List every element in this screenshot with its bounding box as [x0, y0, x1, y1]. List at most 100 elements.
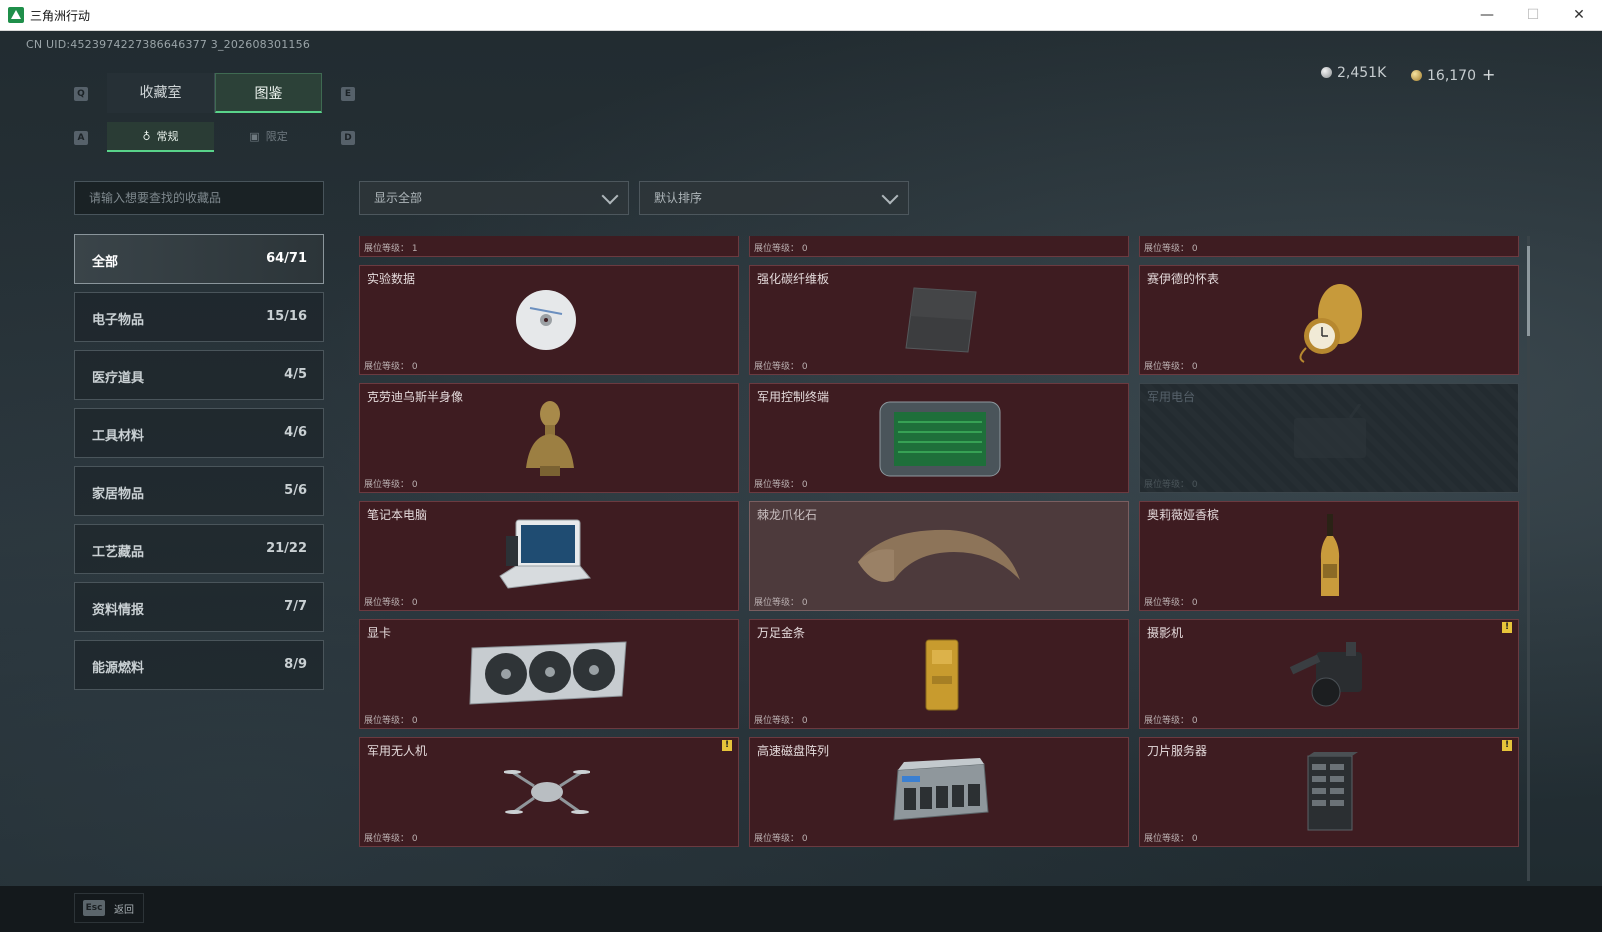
item-name: 万足金条: [757, 626, 806, 640]
collection-card[interactable]: 实验数据 展位等级： 0: [359, 265, 739, 375]
category-electronics[interactable]: 电子物品 15/16: [74, 292, 324, 342]
collection-card[interactable]: 万足金条 展位等级： 0: [749, 619, 1129, 729]
tab-limited[interactable]: ▣ 限定: [215, 122, 322, 152]
minimize-button[interactable]: —: [1464, 0, 1510, 30]
carbon-plate-icon: [905, 287, 977, 353]
booth-level: 展位等级： 0: [364, 480, 418, 490]
back-button[interactable]: Esc 返回: [74, 893, 144, 923]
category-intel[interactable]: 资料情报 7/7: [74, 582, 324, 632]
collection-card[interactable]: 奥莉薇娅香槟 展位等级： 0: [1139, 501, 1519, 611]
collection-card-partial[interactable]: 展位等级： 0: [1139, 236, 1519, 257]
esc-key-icon: Esc: [83, 900, 105, 916]
gold-currency: 16,170 +: [1411, 65, 1495, 84]
booth-level: 展位等级： 0: [364, 834, 418, 844]
collection-card-partial[interactable]: 展位等级： 0: [749, 236, 1129, 257]
drone-icon: [504, 770, 590, 814]
close-button[interactable]: ✕: [1556, 0, 1602, 30]
sort-dropdown[interactable]: 默认排序: [639, 181, 909, 215]
booth-level: 展位等级： 0: [1144, 244, 1198, 254]
collection-card-locked[interactable]: 军用电台 展位等级： 0: [1139, 383, 1519, 493]
booth-level: 展位等级： 0: [754, 362, 808, 372]
tab-regular-label: 常规: [156, 130, 179, 143]
filter-dropdown-value: 显示全部: [374, 191, 423, 205]
collection-card-partial[interactable]: 展位等级： 1: [359, 236, 739, 257]
silver-currency: 2,451K: [1321, 65, 1386, 81]
collection-card[interactable]: 刀片服务器 ! 展位等级： 0: [1139, 737, 1519, 847]
warning-icon: !: [1502, 622, 1512, 633]
collection-card[interactable]: 显卡 展位等级： 0: [359, 619, 739, 729]
item-name: 军用电台: [1147, 390, 1196, 404]
item-name: 军用控制终端: [757, 390, 830, 404]
collection-card[interactable]: 棘龙爪化石 展位等级： 0: [749, 501, 1129, 611]
collection-card[interactable]: 克劳迪乌斯半身像 展位等级： 0: [359, 383, 739, 493]
collection-card[interactable]: 摄影机 ! 展位等级： 0: [1139, 619, 1519, 729]
item-name: 高速磁盘阵列: [757, 744, 830, 758]
window-title: 三角洲行动: [30, 9, 91, 23]
collection-card[interactable]: 强化碳纤维板 展位等级： 0: [749, 265, 1129, 375]
booth-level: 展位等级： 0: [754, 598, 808, 608]
category-count: 4/5: [284, 367, 307, 382]
collection-card[interactable]: 高速磁盘阵列 展位等级： 0: [749, 737, 1129, 847]
maximize-button[interactable]: ☐: [1510, 0, 1556, 30]
category-fuel[interactable]: 能源燃料 8/9: [74, 640, 324, 690]
chevron-down-icon: [601, 187, 619, 205]
filter-dropdown[interactable]: 显示全部: [359, 181, 629, 215]
category-tools[interactable]: 工具材料 4/6: [74, 408, 324, 458]
category-label: 家居物品: [92, 487, 145, 502]
blade-server-icon: [1307, 752, 1358, 831]
search-input[interactable]: 请输入想要查找的收藏品: [74, 181, 324, 215]
category-crafts[interactable]: 工艺藏品 21/22: [74, 524, 324, 574]
booth-level: 展位等级： 0: [364, 716, 418, 726]
booth-level: 展位等级： 0: [1144, 598, 1198, 608]
collection-card[interactable]: 笔记本电脑 展位等级： 0: [359, 501, 739, 611]
item-name: 赛伊德的怀表: [1147, 272, 1220, 286]
game-viewport: CN UID:4523974227386646377 3_20260830115…: [0, 31, 1602, 932]
category-count: 21/22: [266, 541, 307, 556]
category-label: 全部: [92, 255, 119, 270]
category-count: 64/71: [266, 251, 307, 266]
item-name: 实验数据: [367, 272, 416, 286]
booth-level: 展位等级： 0: [364, 362, 418, 372]
window-titlebar: 三角洲行动 — ☐ ✕: [0, 0, 1602, 31]
silver-coin-icon: [1321, 67, 1332, 78]
category-all[interactable]: 全部 64/71: [74, 234, 324, 284]
chevron-down-icon: [881, 187, 899, 205]
category-count: 15/16: [266, 309, 307, 324]
category-household[interactable]: 家居物品 5/6: [74, 466, 324, 516]
add-currency-button[interactable]: +: [1482, 65, 1495, 84]
sub-tabs: ♁ 常规 ▣ 限定: [107, 122, 323, 152]
collection-card[interactable]: 军用控制终端 展位等级： 0: [749, 383, 1129, 493]
tab-collection-room[interactable]: 收藏室: [107, 73, 215, 113]
category-label: 医疗道具: [92, 371, 145, 386]
gold-bar-icon: [925, 639, 959, 711]
collection-card[interactable]: 军用无人机 ! 展位等级： 0: [359, 737, 739, 847]
tab-limited-label: 限定: [265, 130, 288, 143]
disk-array-icon: [893, 758, 989, 821]
category-label: 电子物品: [92, 313, 145, 328]
key-hint-e: E: [341, 87, 355, 101]
booth-level: 展位等级： 1: [364, 244, 418, 254]
control-terminal-icon: [879, 401, 1001, 477]
laptop-icon: [499, 519, 591, 589]
camera-icon: [1289, 642, 1362, 707]
category-medical[interactable]: 医疗道具 4/5: [74, 350, 324, 400]
tab-catalog[interactable]: 图鉴: [215, 73, 322, 113]
key-hint-a: A: [74, 131, 88, 145]
app-logo-icon: [8, 7, 24, 23]
category-count: 4/6: [284, 425, 307, 440]
bust-icon: [526, 401, 574, 476]
category-label: 资料情报: [92, 603, 145, 618]
tab-regular[interactable]: ♁ 常规: [107, 122, 214, 152]
key-hint-q: Q: [74, 87, 88, 101]
champagne-icon: [1320, 514, 1340, 596]
item-name: 棘龙爪化石: [757, 508, 818, 522]
gpu-icon: [469, 641, 627, 705]
item-name: 笔记本电脑: [367, 508, 428, 522]
category-label: 工艺藏品: [92, 545, 145, 560]
collection-card[interactable]: 赛伊德的怀表 展位等级： 0: [1139, 265, 1519, 375]
grid-scrollbar-thumb[interactable]: [1527, 246, 1530, 336]
category-count: 5/6: [284, 483, 307, 498]
player-uid: CN UID:4523974227386646377 3_20260830115…: [26, 38, 311, 51]
booth-level: 展位等级： 0: [754, 480, 808, 490]
booth-level: 展位等级： 0: [754, 716, 808, 726]
